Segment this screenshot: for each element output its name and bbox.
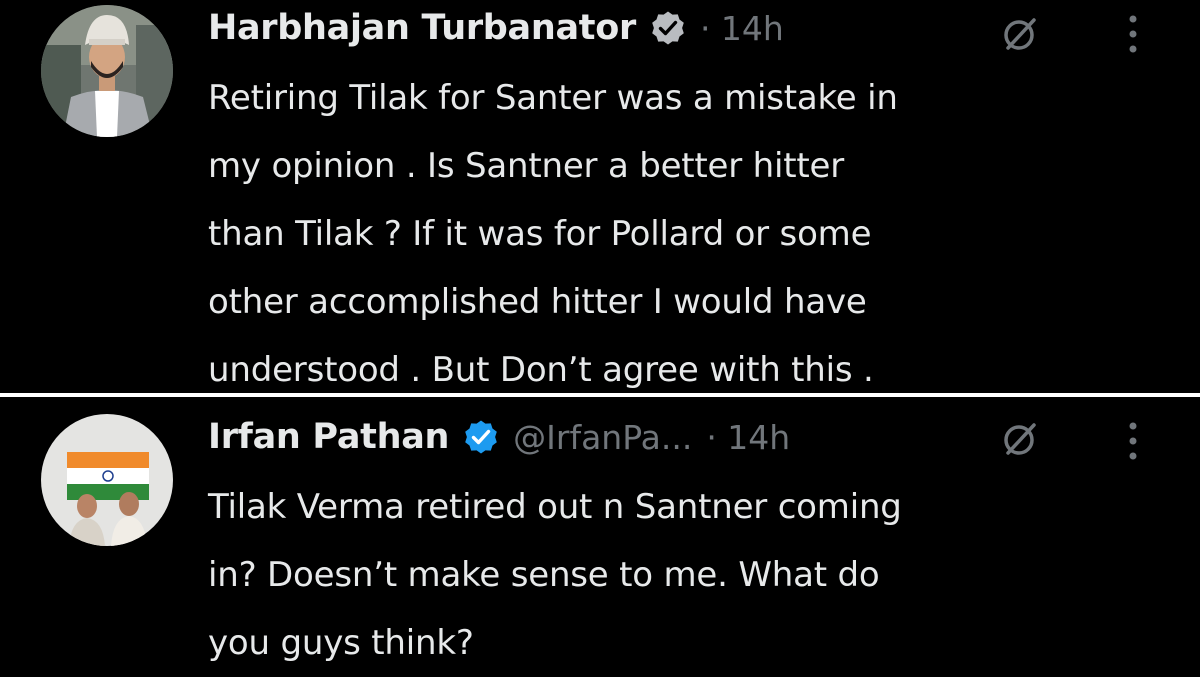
tweet-text-line: in? Doesn’t make sense to me. What do bbox=[208, 555, 880, 595]
avatar[interactable] bbox=[41, 5, 173, 137]
tweet-text-line: than Tilak ? If it was for Pollard or so… bbox=[208, 214, 872, 254]
tweet-header: Irfan Pathan @IrfanPa... · 14h bbox=[208, 409, 1200, 465]
more-vertical-icon[interactable] bbox=[1125, 419, 1141, 463]
verified-badge-icon[interactable] bbox=[650, 10, 686, 46]
grok-icon[interactable] bbox=[1000, 419, 1040, 459]
timestamp[interactable]: · 14h bbox=[700, 9, 784, 48]
avatar[interactable] bbox=[41, 414, 173, 546]
author-name[interactable]: Harbhajan Turbanator bbox=[208, 8, 636, 48]
tweet-text: Retiring Tilak for Santer was a mistake … bbox=[208, 64, 1168, 404]
author-handle[interactable]: @IrfanPa... bbox=[513, 418, 692, 457]
tweet-text-line: Retiring Tilak for Santer was a mistake … bbox=[208, 78, 898, 118]
author-name[interactable]: Irfan Pathan bbox=[208, 417, 449, 457]
tweet-text-line: my opinion . Is Santner a better hitter bbox=[208, 146, 845, 186]
grok-icon[interactable] bbox=[1000, 14, 1040, 54]
tweet-harbhajan[interactable]: Harbhajan Turbanator · 14h Retiring Tila… bbox=[0, 0, 1200, 393]
tweet-header: Harbhajan Turbanator · 14h bbox=[208, 0, 1200, 56]
tweet-irfan[interactable]: Irfan Pathan @IrfanPa... · 14h Tilak Ver… bbox=[0, 397, 1200, 675]
tweet-text-line: you guys think? bbox=[208, 623, 474, 663]
timestamp[interactable]: · 14h bbox=[706, 418, 790, 457]
tweet-text: Tilak Verma retired out n Santner coming… bbox=[208, 473, 1168, 677]
tweet-text-line: Tilak Verma retired out n Santner coming bbox=[208, 487, 902, 527]
verified-badge-icon[interactable] bbox=[463, 419, 499, 455]
tweet-text-line: other accomplished hitter I would have bbox=[208, 282, 867, 322]
more-vertical-icon[interactable] bbox=[1125, 12, 1141, 56]
